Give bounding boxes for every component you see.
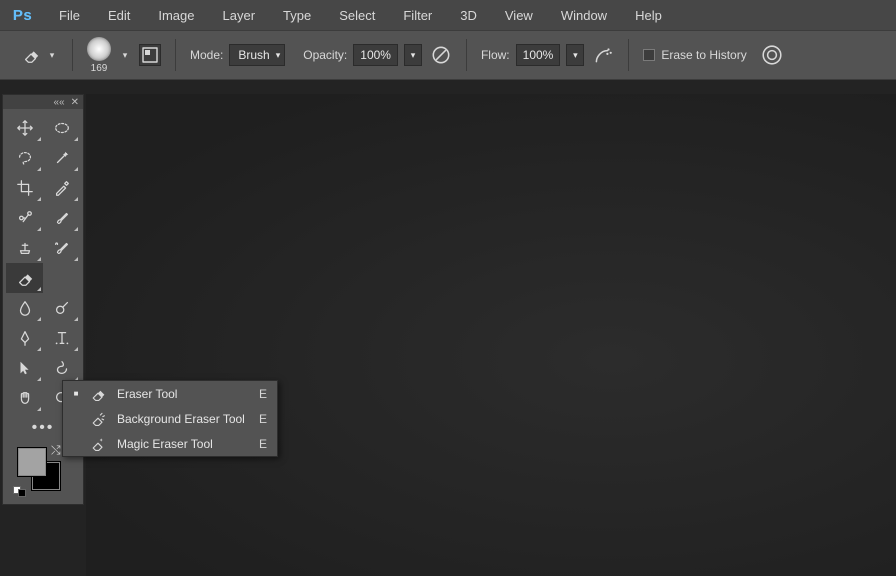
canvas-area[interactable] — [86, 94, 896, 576]
menu-help[interactable]: Help — [621, 0, 676, 30]
flow-value[interactable]: 100% — [516, 44, 561, 66]
options-bar: ▾ 169 ▾ Mode: Brush ▾ Opacity: 100% ▾ Fl… — [0, 30, 896, 80]
flyout-label: Background Eraser Tool — [117, 412, 249, 426]
flyout-item-magic-eraser[interactable]: Magic Eraser Tool E — [63, 431, 277, 456]
menu-image[interactable]: Image — [144, 0, 208, 30]
active-dot-icon: ■ — [73, 389, 79, 398]
separator — [628, 39, 629, 71]
tool-hand[interactable] — [6, 383, 43, 413]
flyout-shortcut: E — [259, 437, 267, 451]
opacity-dropdown[interactable]: ▾ — [404, 44, 422, 66]
workspace: «« ✕ ••• ⤭ — [0, 80, 896, 576]
tool-dodge[interactable] — [43, 293, 80, 323]
tool-lasso[interactable] — [6, 143, 43, 173]
tool-eraser[interactable] — [6, 263, 43, 293]
erase-to-history[interactable]: Erase to History — [643, 48, 746, 62]
pressure-size-toggle[interactable] — [761, 44, 783, 66]
eraser-flyout: ■ Eraser Tool E Background Eraser Tool E… — [62, 380, 278, 457]
menu-filter[interactable]: Filter — [389, 0, 446, 30]
tool-move[interactable] — [6, 113, 43, 143]
airbrush-toggle[interactable] — [592, 44, 614, 66]
erase-history-label: Erase to History — [661, 48, 746, 62]
bg-eraser-icon — [89, 410, 107, 428]
tool-blur[interactable] — [6, 293, 43, 323]
close-icon[interactable]: ✕ — [71, 97, 79, 108]
panel-header[interactable]: «« ✕ — [3, 95, 83, 109]
menu-select[interactable]: Select — [325, 0, 389, 30]
menu-view[interactable]: View — [491, 0, 547, 30]
mode-label: Mode: — [190, 48, 223, 62]
opacity-value[interactable]: 100% — [353, 44, 398, 66]
flow-label: Flow: — [481, 48, 510, 62]
chevron-down-icon: ▾ — [46, 47, 58, 63]
tool-brush[interactable] — [43, 203, 80, 233]
collapse-icon[interactable]: «« — [53, 97, 64, 108]
tool-preset-picker[interactable]: ▾ — [22, 46, 58, 64]
tool-spot-heal[interactable] — [6, 203, 43, 233]
opacity-label: Opacity: — [303, 48, 347, 62]
menu-window[interactable]: Window — [547, 0, 621, 30]
tool-eyedropper[interactable] — [43, 173, 80, 203]
separator — [72, 39, 73, 71]
menubar: Ps File Edit Image Layer Type Select Fil… — [0, 0, 896, 30]
tool-marquee[interactable] — [43, 113, 80, 143]
default-colors-icon[interactable] — [13, 486, 27, 500]
eraser-icon — [22, 46, 40, 64]
flow-dropdown[interactable]: ▾ — [566, 44, 584, 66]
tool-shape[interactable] — [43, 353, 80, 383]
brush-preview-icon — [87, 37, 111, 61]
separator — [175, 39, 176, 71]
menu-3d[interactable]: 3D — [446, 0, 491, 30]
foreground-swatch[interactable] — [17, 447, 47, 477]
chevron-down-icon: ▾ — [276, 50, 281, 61]
brush-preset-picker[interactable]: 169 — [87, 37, 111, 74]
swap-colors-icon[interactable]: ⤭ — [51, 443, 61, 458]
pressure-opacity-toggle[interactable] — [430, 44, 452, 66]
tool-clone-stamp[interactable] — [6, 233, 43, 263]
tool-type[interactable] — [43, 323, 80, 353]
brush-size-label: 169 — [91, 63, 108, 74]
tool-history-brush[interactable] — [43, 233, 80, 263]
chevron-down-icon[interactable]: ▾ — [119, 47, 131, 63]
flyout-label: Eraser Tool — [117, 387, 249, 401]
flyout-shortcut: E — [259, 387, 267, 401]
mode-select[interactable]: Brush ▾ — [229, 44, 285, 66]
flyout-item-bg-eraser[interactable]: Background Eraser Tool E — [63, 406, 277, 431]
magic-eraser-icon — [89, 435, 107, 453]
flyout-shortcut: E — [259, 412, 267, 426]
tool-crop[interactable] — [6, 173, 43, 203]
separator — [466, 39, 467, 71]
mode-value: Brush — [238, 48, 269, 62]
menu-type[interactable]: Type — [269, 0, 325, 30]
menu-layer[interactable]: Layer — [209, 0, 270, 30]
flyout-item-eraser[interactable]: ■ Eraser Tool E — [63, 381, 277, 406]
brush-panel-toggle[interactable] — [139, 44, 161, 66]
erase-history-checkbox[interactable] — [643, 49, 655, 61]
tool-magic-wand[interactable] — [43, 143, 80, 173]
tool-path-select[interactable] — [6, 353, 43, 383]
menu-edit[interactable]: Edit — [94, 0, 144, 30]
menu-file[interactable]: File — [45, 0, 94, 30]
flyout-label: Magic Eraser Tool — [117, 437, 249, 451]
tool-pen[interactable] — [6, 323, 43, 353]
app-logo: Ps — [0, 0, 45, 30]
eraser-icon — [89, 385, 107, 403]
